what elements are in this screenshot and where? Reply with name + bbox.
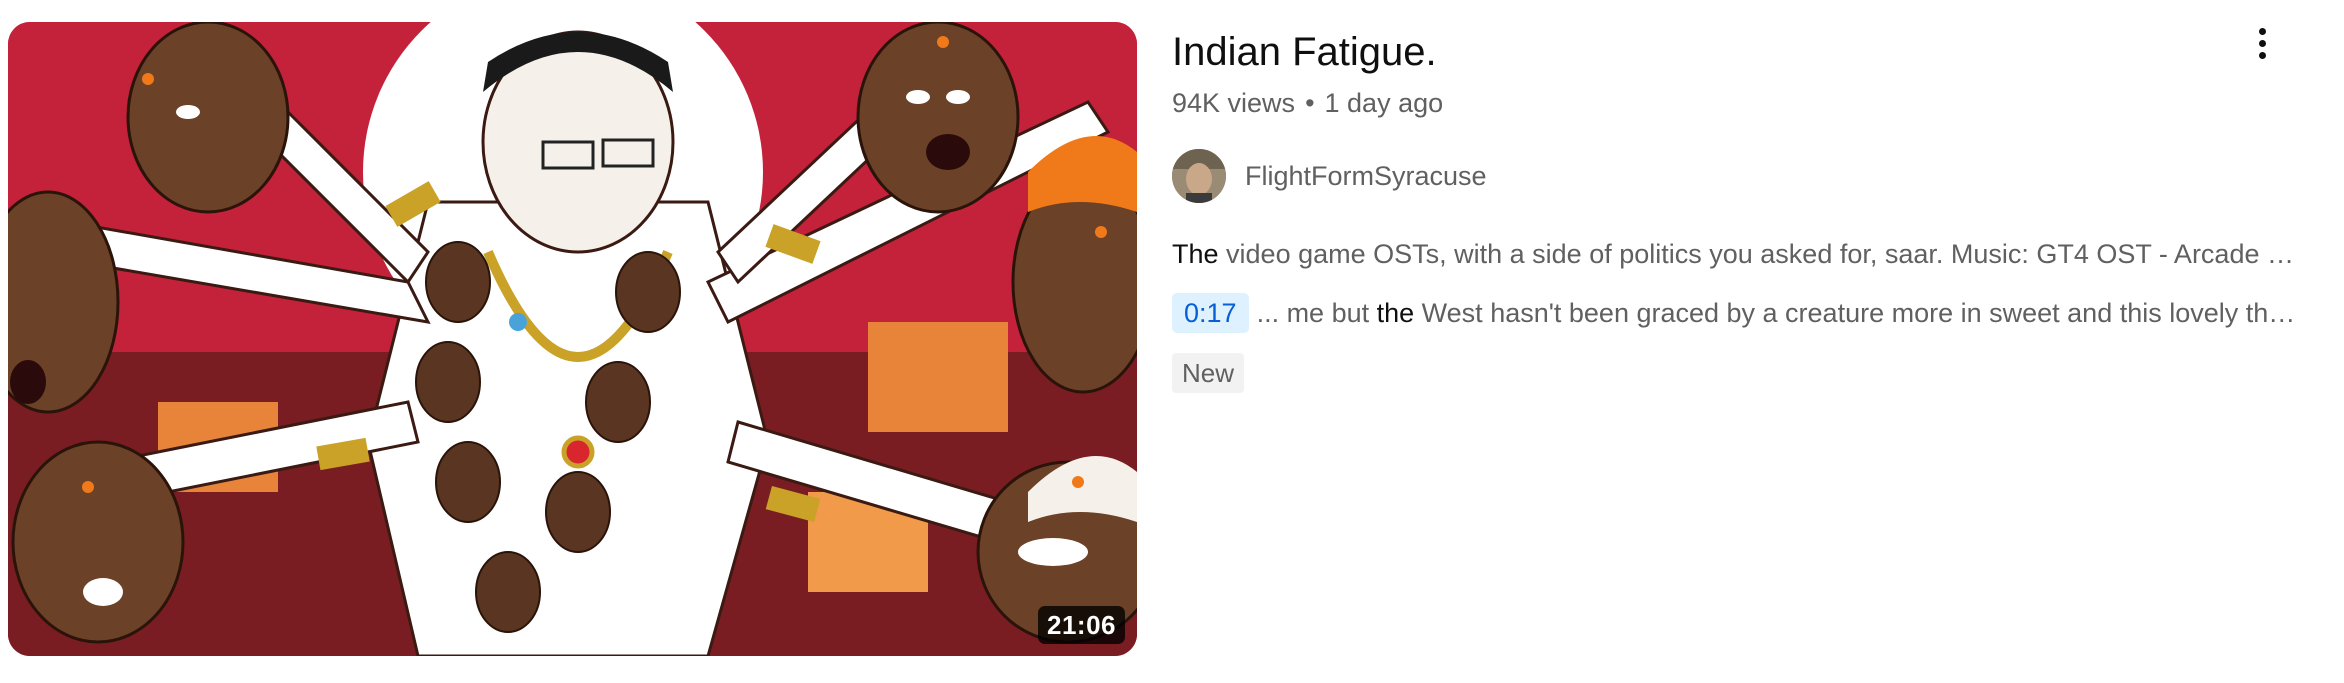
video-result[interactable]: 21:06 Indian Fatigue. 94K views • 1 day ag…: [0, 0, 2344, 683]
chapter-text-pre: ... me but: [1256, 297, 1377, 328]
new-badge: New: [1172, 353, 1245, 393]
kebab-dot: [2258, 27, 2266, 35]
description-text: video game OSTs, with a side of politics…: [1218, 239, 2312, 269]
video-details: Indian Fatigue. 94K views • 1 day ago Flig…: [1172, 22, 2322, 662]
avatar-icon: [1172, 149, 1226, 203]
video-title[interactable]: Indian Fatigue.: [1172, 26, 1437, 78]
chapter-text-post: West hasn't been graced by a creature mo…: [1414, 297, 2297, 328]
description-highlight: The: [1172, 239, 1219, 269]
kebab-dot: [2258, 51, 2266, 59]
meta-separator: •: [1305, 88, 1315, 118]
video-thumbnail[interactable]: 21:06: [8, 22, 1137, 656]
duration-badge: 21:06: [1038, 606, 1125, 644]
description-snippet: The video game OSTs, with a side of poli…: [1172, 235, 2312, 273]
thumbnail-illustration: [8, 22, 1137, 656]
more-vert-icon[interactable]: [2240, 18, 2284, 68]
kebab-dot: [2258, 39, 2266, 47]
channel-name[interactable]: FlightFormSyracuse: [1245, 161, 1487, 192]
channel-avatar[interactable]: [1172, 149, 1226, 203]
view-count: 94K views: [1172, 88, 1296, 118]
chapter-snippet: 0:17 ... me but the West hasn't been gra…: [1172, 292, 2312, 334]
chapter-timestamp-link[interactable]: 0:17: [1172, 293, 1249, 333]
chapter-text-highlight: the: [1376, 297, 1415, 328]
chapter-text: ... me but the West hasn't been graced b…: [1257, 298, 2297, 329]
video-metadata: 94K views • 1 day ago: [1172, 84, 1443, 122]
channel-info[interactable]: FlightFormSyracuse: [1172, 148, 1487, 204]
upload-age: 1 day ago: [1324, 88, 1444, 118]
